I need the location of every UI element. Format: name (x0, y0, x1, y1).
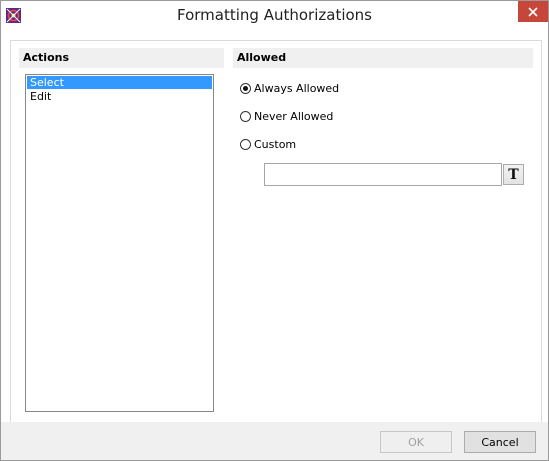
custom-expression-input[interactable] (264, 163, 502, 186)
actions-header: Actions (19, 48, 224, 68)
radio-button[interactable] (240, 138, 251, 150)
radio-custom[interactable]: Custom (240, 136, 296, 152)
title-bar[interactable]: Formatting Authorizations (1, 1, 548, 31)
radio-label-always-allowed: Always Allowed (254, 81, 340, 95)
close-button[interactable] (518, 1, 548, 22)
text-format-icon: T (508, 166, 519, 183)
radio-label-custom: Custom (254, 137, 297, 151)
close-icon (528, 6, 538, 17)
radio-always-allowed[interactable]: Always Allowed (240, 80, 339, 96)
radio-button-checked[interactable] (240, 82, 251, 94)
radio-button[interactable] (240, 110, 251, 122)
allowed-header: Allowed (233, 48, 533, 68)
text-format-button[interactable]: T (503, 164, 524, 185)
dialog-content: Actions Allowed Select Edit Always Allow… (10, 40, 542, 424)
window-title: Formatting Authorizations (177, 6, 372, 24)
list-item-select[interactable]: Select (27, 76, 212, 89)
cancel-button[interactable]: Cancel (464, 431, 536, 453)
dialog-window: Formatting Authorizations Actions Allowe… (0, 0, 549, 461)
list-item-edit[interactable]: Edit (27, 90, 212, 103)
ok-button[interactable]: OK (380, 431, 452, 453)
button-bar: OK Cancel (1, 422, 548, 460)
actions-list[interactable]: Select Edit (25, 74, 214, 412)
radio-label-never-allowed: Never Allowed (254, 109, 334, 123)
radio-never-allowed[interactable]: Never Allowed (240, 108, 333, 124)
